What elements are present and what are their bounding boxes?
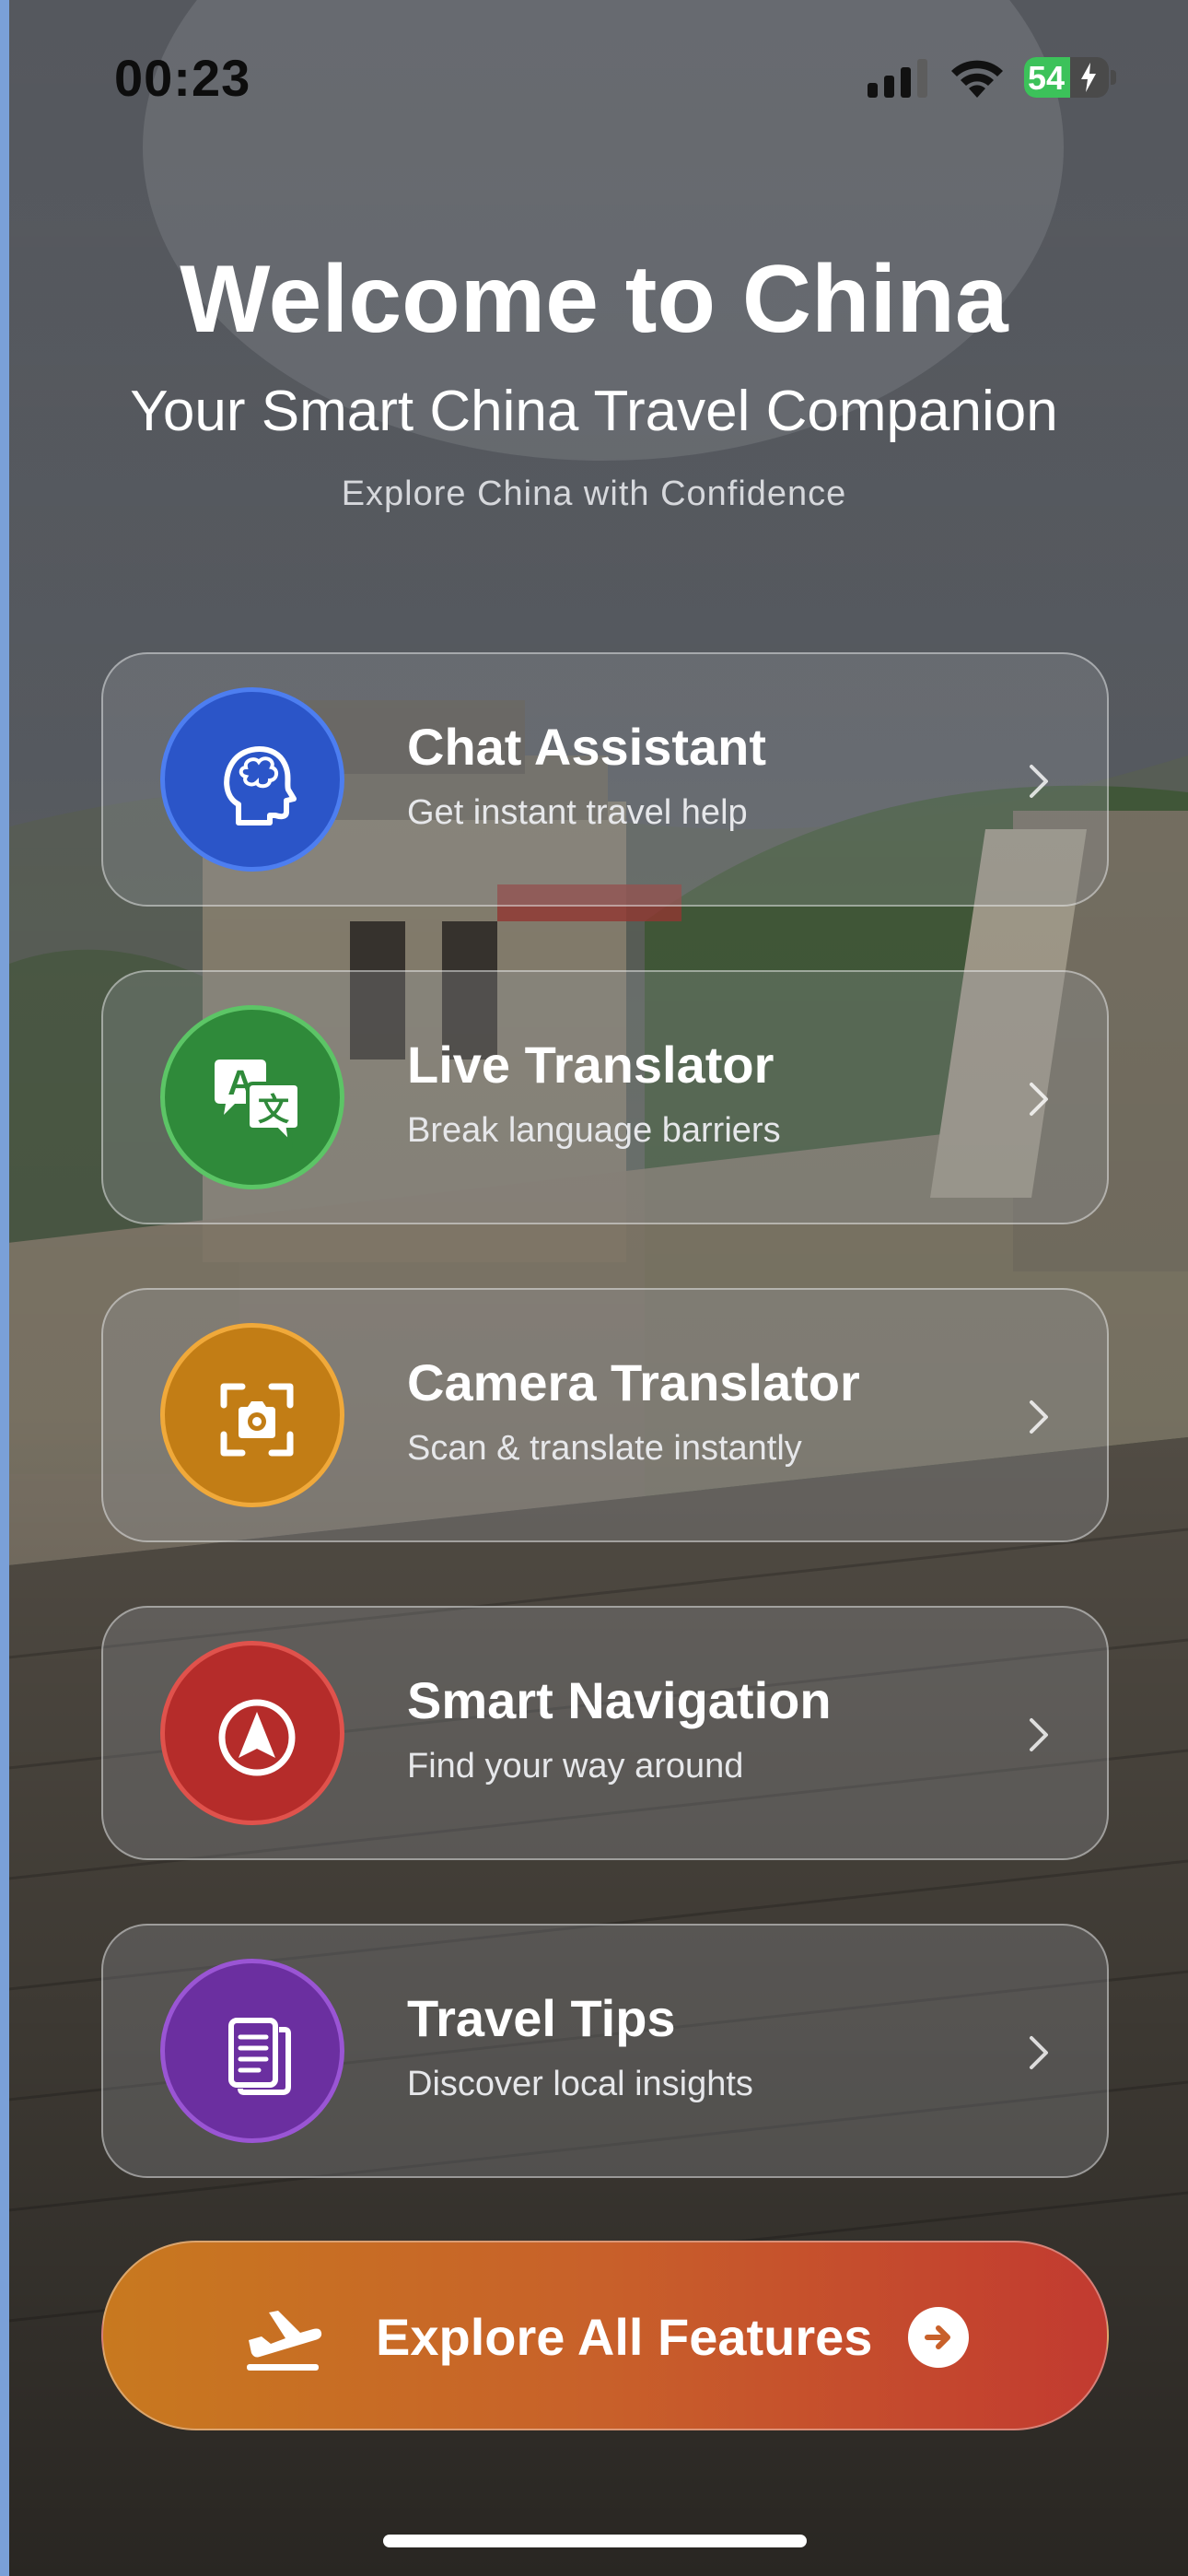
feature-subtitle: Find your way around [407, 1747, 744, 1786]
battery-icon: 54 [1024, 57, 1109, 98]
page-title: Welcome to China [180, 246, 1008, 353]
chevron-right-icon [1030, 1718, 1048, 1751]
feature-subtitle: Get instant travel help [407, 793, 748, 832]
home-indicator[interactable] [383, 2535, 807, 2547]
status-bar: 00:23 54 [0, 0, 1188, 157]
feature-list: Chat Assistant Get instant travel help A… [101, 652, 1109, 2242]
battery-percent: 54 [1028, 59, 1066, 97]
document-icon [160, 1959, 344, 2143]
feature-title: Camera Translator [407, 1353, 860, 1411]
feature-card-smart-navigation[interactable]: Smart Navigation Find your way around [101, 1606, 1109, 1860]
navigation-arrow-icon [160, 1641, 344, 1825]
feature-subtitle: Break language barriers [407, 1111, 781, 1150]
battery-nub [1111, 70, 1116, 85]
chevron-right-icon [1030, 1400, 1048, 1434]
translate-icon: A 文 [160, 1005, 344, 1189]
chevron-right-icon [1030, 765, 1048, 798]
feature-title: Travel Tips [407, 1989, 676, 2047]
charging-bolt-icon [1081, 63, 1096, 92]
feature-subtitle: Scan & translate instantly [407, 1429, 802, 1468]
signal-icon [868, 59, 928, 98]
feature-card-chat-assistant[interactable]: Chat Assistant Get instant travel help [101, 652, 1109, 907]
page-tagline: Explore China with Confidence [341, 474, 847, 513]
app-screen: 00:23 54 Welcome to China Your Smart Chi… [0, 0, 1188, 2576]
airplane-takeoff-icon [247, 2311, 322, 2371]
arrow-right-circle-icon [908, 2307, 969, 2368]
feature-card-live-translator[interactable]: A 文 Live Translator Break language barri… [101, 970, 1109, 1224]
wifi-icon [951, 60, 1003, 98]
explore-all-features-button[interactable]: Explore All Features [101, 2241, 1109, 2430]
cta-label: Explore All Features [376, 2308, 873, 2366]
feature-title: Chat Assistant [407, 718, 767, 776]
feature-subtitle: Discover local insights [407, 2065, 753, 2103]
feature-title: Live Translator [407, 1036, 775, 1094]
hero-header: Welcome to China Your Smart China Travel… [0, 240, 1188, 516]
status-time: 00:23 [114, 49, 251, 107]
feature-card-travel-tips[interactable]: Travel Tips Discover local insights [101, 1924, 1109, 2178]
brain-head-icon [160, 687, 344, 872]
feature-card-camera-translator[interactable]: Camera Translator Scan & translate insta… [101, 1288, 1109, 1542]
chevron-right-icon [1030, 1083, 1048, 1116]
svg-text:文: 文 [258, 1092, 289, 1129]
feature-title: Smart Navigation [407, 1671, 832, 1729]
camera-scan-icon [160, 1323, 344, 1507]
page-subtitle: Your Smart China Travel Companion [130, 380, 1058, 443]
chevron-right-icon [1030, 2036, 1048, 2069]
